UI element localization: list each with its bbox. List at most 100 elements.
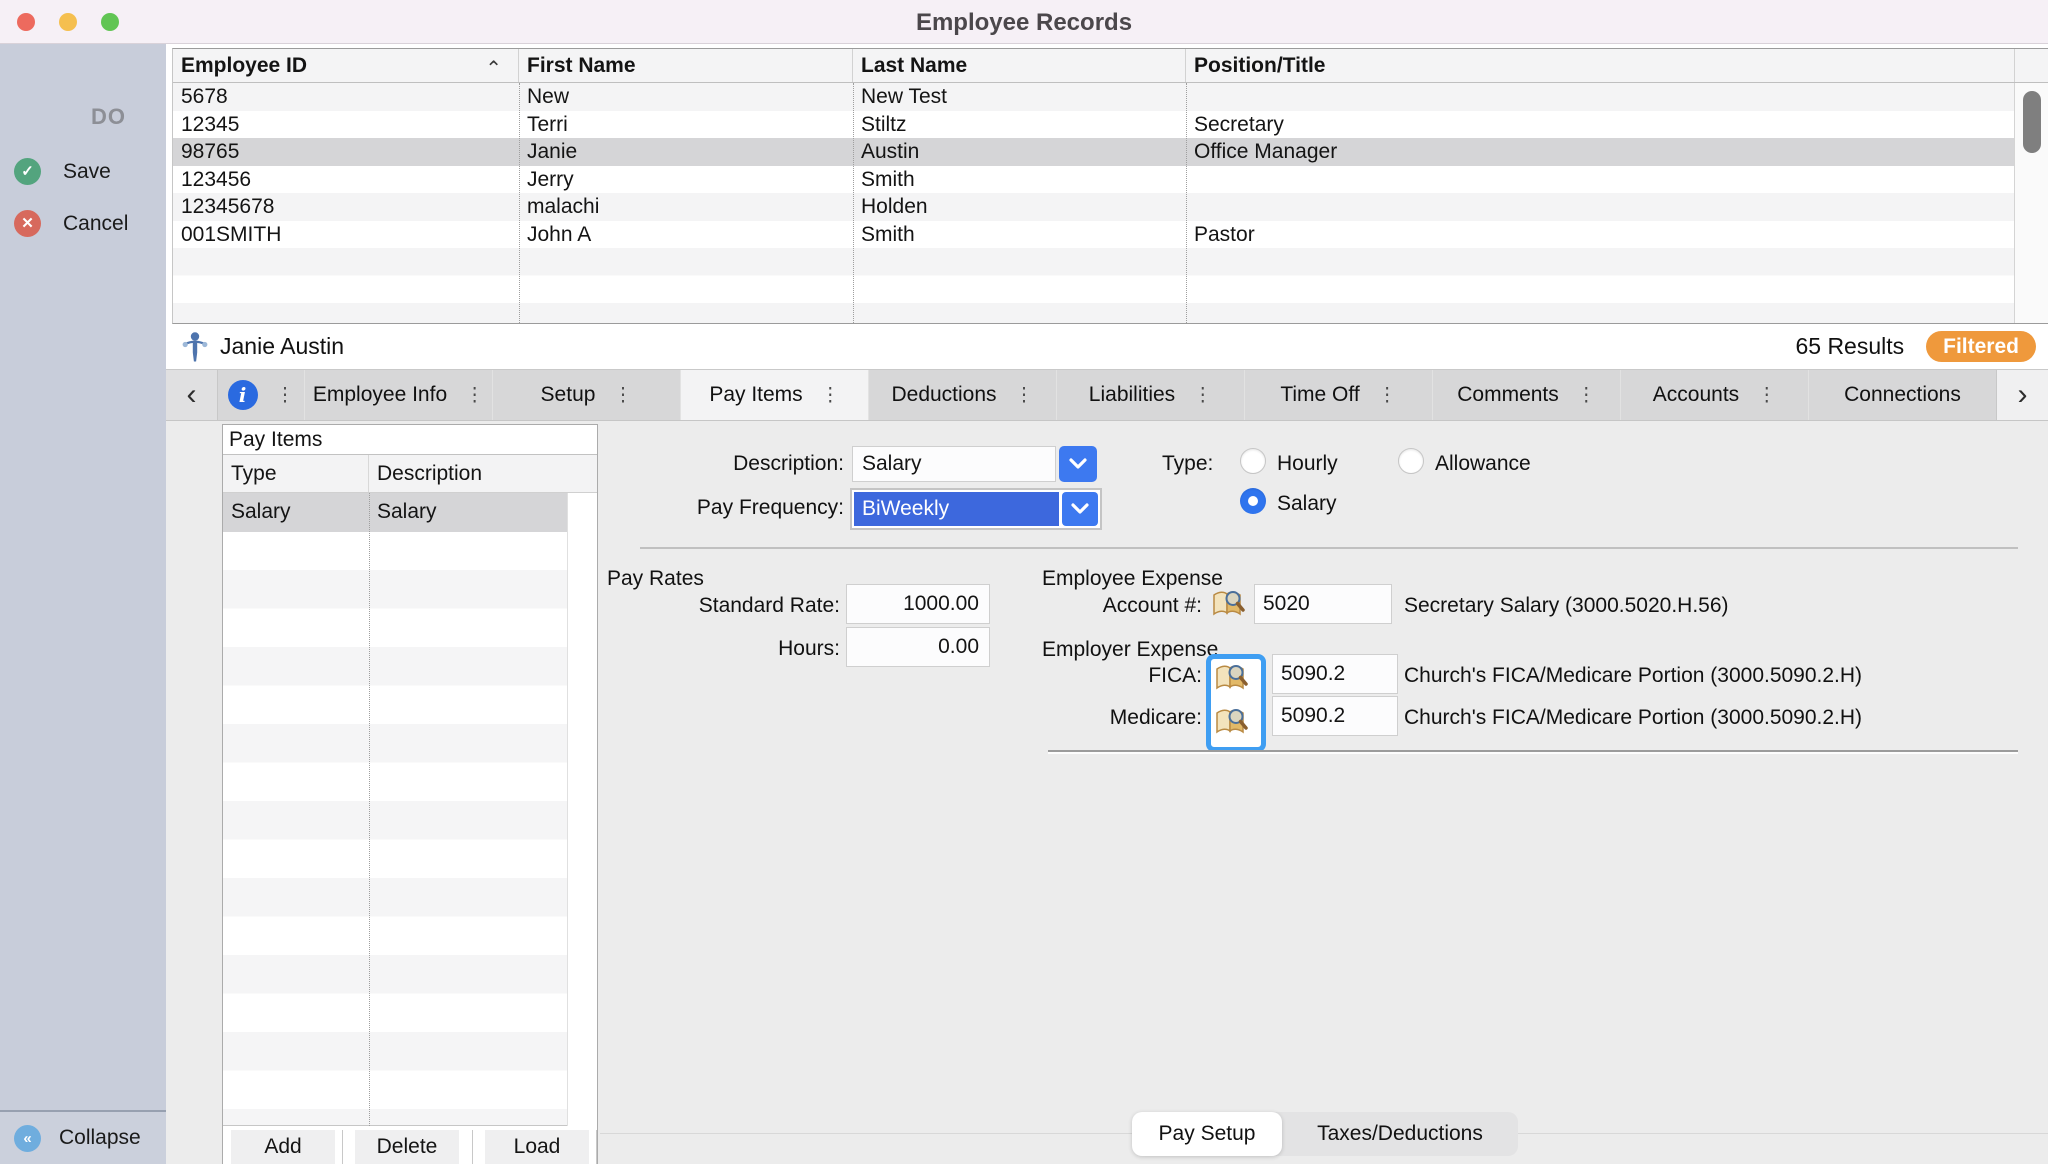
cancel-button[interactable]: ✕ Cancel	[14, 210, 128, 237]
table-row[interactable]: 123456 Jerry Smith	[173, 166, 2014, 194]
hours-input[interactable]: 0.00	[846, 627, 990, 667]
description-label: Description:	[600, 452, 844, 476]
fica-account-input[interactable]: 5090.2	[1272, 654, 1398, 694]
pay-frequency-value: BiWeekly	[854, 492, 1059, 526]
load-pay-item-button[interactable]: Load	[485, 1130, 589, 1164]
save-label: Save	[63, 160, 111, 184]
medicare-account-input[interactable]: 5090.2	[1272, 696, 1398, 736]
pay-item-row-selected[interactable]: Salary Salary	[223, 493, 567, 532]
radio-hourly[interactable]	[1240, 448, 1266, 474]
tab-comments[interactable]: Comments ⋮	[1432, 370, 1620, 420]
account-number-input[interactable]: 5020	[1254, 584, 1392, 624]
employee-table: Employee ID ⌃ First Name Last Name Posit…	[172, 48, 2048, 324]
tab-liabilities[interactable]: Liabilities ⋮	[1056, 370, 1244, 420]
standard-rate-label: Standard Rate:	[600, 594, 840, 618]
tab-separator: ⋮	[1378, 386, 1397, 405]
tabs-scroll-right-button[interactable]: ›	[1996, 370, 2048, 420]
collapse-chevrons-icon: «	[14, 1125, 41, 1152]
tab-separator: ⋮	[1193, 386, 1212, 405]
tab-pay-setup[interactable]: Pay Setup	[1132, 1112, 1282, 1156]
fica-account-description: Church's FICA/Medicare Portion (3000.509…	[1404, 664, 1862, 688]
account-description: Secretary Salary (3000.5020.H.56)	[1404, 594, 1729, 618]
table-scrollbar-track[interactable]	[2014, 83, 2048, 323]
radio-allowance[interactable]	[1398, 448, 1424, 474]
table-scrollbar-thumb[interactable]	[2023, 91, 2041, 153]
table-row[interactable]: 5678 New New Test	[173, 83, 2014, 111]
radio-salary-label[interactable]: Salary	[1277, 492, 1337, 516]
column-header-type[interactable]: Type	[223, 455, 369, 492]
employee-table-header: Employee ID ⌃ First Name Last Name Posit…	[173, 49, 2048, 83]
record-tab-bar: ‹ i ⋮ Employee Info ⋮ Setup ⋮ Pay Items …	[166, 370, 2048, 421]
tabs-scroll-left-button[interactable]: ‹	[166, 370, 218, 420]
tab-separator: ⋮	[1757, 386, 1776, 405]
collapse-sidebar-button[interactable]: « Collapse	[0, 1110, 166, 1164]
tab-connections[interactable]: Connections	[1808, 370, 1996, 420]
section-divider	[1048, 750, 2018, 752]
table-row[interactable]: 12345 Terri Stiltz Secretary	[173, 111, 2014, 139]
tab-time-off[interactable]: Time Off ⋮	[1244, 370, 1432, 420]
sort-ascending-icon: ⌃	[485, 53, 502, 82]
fica-account-lookup-icon[interactable]	[1213, 660, 1249, 694]
pay-frequency-select[interactable]: BiWeekly	[850, 488, 1102, 530]
section-divider	[640, 547, 2018, 549]
description-field[interactable]: Salary	[852, 446, 1056, 482]
tab-employee-info[interactable]: Employee Info ⋮	[304, 370, 492, 420]
pay-items-header: Type Description	[223, 455, 597, 493]
radio-allowance-label[interactable]: Allowance	[1435, 452, 1531, 476]
action-sidebar: DO ✓ Save ✕ Cancel « Collapse	[0, 44, 166, 1164]
table-row[interactable]: 001SMITH John A Smith Pastor	[173, 221, 2014, 249]
tab-accounts[interactable]: Accounts ⋮	[1620, 370, 1808, 420]
pay-items-scrollbar-gutter[interactable]	[567, 493, 597, 1126]
info-icon: i	[228, 380, 258, 410]
cancel-label: Cancel	[63, 212, 128, 236]
pay-items-buttons: Add Delete Load	[223, 1130, 597, 1164]
chevron-down-icon	[1070, 503, 1090, 515]
tab-deductions[interactable]: Deductions ⋮	[868, 370, 1056, 420]
pay-frequency-dropdown-button[interactable]	[1062, 492, 1098, 526]
tab-separator: ⋮	[1015, 386, 1034, 405]
pay-items-list-panel: Pay Items Type Description Salary Salary…	[222, 424, 598, 1164]
hours-label: Hours:	[600, 637, 840, 661]
employee-table-region: Employee ID ⌃ First Name Last Name Posit…	[166, 44, 2048, 370]
chevron-down-icon	[1068, 458, 1088, 470]
tab-pay-items[interactable]: Pay Items ⋮	[680, 370, 868, 420]
column-header-employee-id[interactable]: Employee ID ⌃	[173, 49, 519, 82]
pay-items-body: Salary Salary	[223, 493, 567, 1126]
column-header-first-name[interactable]: First Name	[519, 49, 853, 82]
account-number-label: Account #:	[1000, 594, 1202, 618]
tab-separator: ⋮	[276, 386, 295, 405]
tab-info[interactable]: i ⋮	[218, 370, 304, 420]
table-row[interactable]: 12345678 malachi Holden	[173, 193, 2014, 221]
tab-separator: ⋮	[465, 386, 484, 405]
column-divider	[1186, 83, 1187, 323]
description-dropdown-button[interactable]	[1059, 446, 1097, 482]
column-divider	[369, 493, 370, 1126]
tab-separator: ⋮	[821, 386, 840, 405]
delete-pay-item-button[interactable]: Delete	[355, 1130, 459, 1164]
standard-rate-input[interactable]: 1000.00	[846, 584, 990, 624]
tab-taxes-deductions[interactable]: Taxes/Deductions	[1282, 1112, 1518, 1156]
tab-separator: ⋮	[1577, 386, 1596, 405]
save-check-icon: ✓	[14, 158, 41, 185]
medicare-account-lookup-icon[interactable]	[1213, 704, 1249, 738]
column-header-last-name[interactable]: Last Name	[853, 49, 1186, 82]
save-button[interactable]: ✓ Save	[14, 158, 111, 185]
column-header-position[interactable]: Position/Title	[1186, 49, 2014, 82]
radio-hourly-label[interactable]: Hourly	[1277, 452, 1338, 476]
pay-frequency-label: Pay Frequency:	[600, 496, 844, 520]
pay-items-panel-title: Pay Items	[223, 425, 597, 455]
titlebar: Employee Records	[0, 0, 2048, 44]
account-lookup-icon[interactable]	[1210, 586, 1246, 620]
tab-setup[interactable]: Setup ⋮	[492, 370, 680, 420]
filtered-badge[interactable]: Filtered	[1926, 331, 2036, 362]
type-label: Type:	[1162, 452, 1213, 476]
column-header-description[interactable]: Description	[369, 455, 597, 492]
employer-expense-title: Employer Expense	[1042, 638, 1218, 662]
column-divider	[519, 83, 520, 323]
fica-label: FICA:	[1000, 664, 1202, 688]
cancel-x-icon: ✕	[14, 210, 41, 237]
table-row-selected[interactable]: 98765 Janie Austin Office Manager	[173, 138, 2014, 166]
tab-separator: ⋮	[613, 386, 632, 405]
add-pay-item-button[interactable]: Add	[231, 1130, 335, 1164]
radio-salary-selected[interactable]	[1240, 488, 1266, 514]
